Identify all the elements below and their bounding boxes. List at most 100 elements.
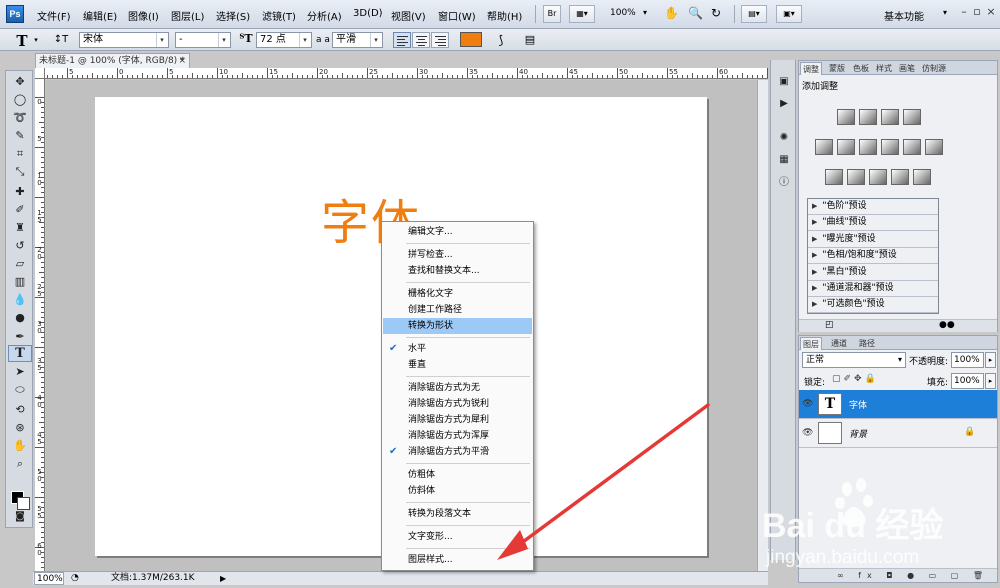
close-icon[interactable]: × xyxy=(178,54,186,68)
expand-arrow-icon[interactable]: ▶ xyxy=(812,202,817,210)
horizontal-ruler[interactable]: 50510152025303540455055606570758085 xyxy=(45,68,768,79)
menu-analysis[interactable]: 分析(A) xyxy=(307,8,342,23)
dodge-tool-icon[interactable]: ● xyxy=(8,309,32,326)
font-family-select[interactable]: 宋体 ▾ xyxy=(79,32,169,48)
align-right-button[interactable] xyxy=(431,32,449,48)
tab-layers[interactable]: 图层 xyxy=(800,337,822,350)
brightness-icon[interactable] xyxy=(837,109,855,125)
preset-row[interactable]: ▶ "黑白"预设 xyxy=(808,265,938,281)
levels-icon[interactable] xyxy=(859,109,877,125)
color-balance-icon[interactable] xyxy=(859,139,877,155)
layer-name[interactable]: 背景 xyxy=(849,427,867,440)
preset-row[interactable]: ▶ "曲线"预设 xyxy=(808,215,938,232)
zoom-dropdown-icon[interactable]: ▾ xyxy=(643,8,647,17)
context-menu-item[interactable]: 编辑文字... xyxy=(383,224,532,240)
tab-clone-source[interactable]: 仿制源 xyxy=(920,62,948,75)
opacity-input[interactable]: 100% xyxy=(951,352,984,368)
black-white-icon[interactable] xyxy=(881,139,899,155)
hand-tool-icon[interactable]: ✋ xyxy=(8,437,32,454)
actions-panel-icon[interactable]: ▶ xyxy=(776,96,792,111)
context-menu-item[interactable]: 转换为段落文本 xyxy=(383,506,532,522)
antialias-select[interactable]: 平滑 ▾ xyxy=(332,32,383,48)
history-brush-tool-icon[interactable]: ↺ xyxy=(8,237,32,254)
menu-edit[interactable]: 编辑(E) xyxy=(83,8,117,23)
status-zoom-field[interactable]: 100% xyxy=(34,572,64,585)
menu-image[interactable]: 图像(I) xyxy=(128,8,159,23)
context-menu-item[interactable]: 仿斜体 xyxy=(383,483,532,499)
context-menu-item[interactable]: ✔ 水平 xyxy=(383,341,532,357)
brush-tool-icon[interactable]: ✐ xyxy=(8,201,32,218)
posterize-icon[interactable] xyxy=(847,169,865,185)
context-menu-item[interactable]: 消除锯齿方式为犀利 xyxy=(383,412,532,428)
layer-row[interactable]: 👁 T 字体 xyxy=(799,390,997,419)
menu-3d[interactable]: 3D(D) xyxy=(353,8,383,19)
expand-arrow-icon[interactable]: ▶ xyxy=(812,300,817,308)
pen-tool-icon[interactable]: ✒ xyxy=(8,328,32,345)
blend-mode-select[interactable]: 正常 ▾ xyxy=(802,352,906,368)
healing-brush-tool-icon[interactable]: ✚ xyxy=(8,183,32,200)
text-orientation-icon[interactable]: ↕T xyxy=(52,32,70,48)
opacity-slider-button[interactable]: ▸ xyxy=(985,352,996,368)
preset-row[interactable]: ▶ "色相/饱和度"预设 xyxy=(808,248,938,265)
ruler-origin[interactable] xyxy=(35,68,45,79)
quick-mask-icon[interactable]: ◙ xyxy=(8,508,32,525)
type-tool-icon[interactable]: T xyxy=(8,345,32,362)
character-panel-icon[interactable]: ▤ xyxy=(522,32,538,48)
workspace-switcher[interactable]: 基本功能 xyxy=(884,8,924,23)
mask-icon[interactable]: ◰ xyxy=(825,320,834,330)
clone-stamp-tool-icon[interactable]: ♜ xyxy=(8,219,32,236)
layer-row[interactable]: 👁 背景 🔒 xyxy=(799,419,997,448)
menu-filter[interactable]: 滤镜(T) xyxy=(262,8,296,23)
context-menu-item[interactable]: 栅格化文字 xyxy=(383,286,532,302)
context-menu-item[interactable]: 消除锯齿方式为无 xyxy=(383,380,532,396)
tab-paths[interactable]: 路径 xyxy=(857,337,877,350)
context-menu-item[interactable]: 消除锯齿方式为锐利 xyxy=(383,396,532,412)
workspace-dropdown-icon[interactable]: ▾ xyxy=(943,8,947,17)
history-panel-icon[interactable]: ▣ xyxy=(776,74,792,89)
threshold-icon[interactable] xyxy=(869,169,887,185)
menu-layer[interactable]: 图层(L) xyxy=(171,8,204,23)
preset-row[interactable]: ▶ "通道混和器"预设 xyxy=(808,281,938,297)
invert-icon[interactable] xyxy=(825,169,843,185)
context-menu-item[interactable]: 文字变形... xyxy=(383,529,532,545)
status-menu-arrow-icon[interactable]: ▶ xyxy=(220,572,226,585)
font-style-select[interactable]: - ▾ xyxy=(175,32,231,48)
context-menu-item[interactable]: 查找和替换文本... xyxy=(383,263,532,279)
layer-name[interactable]: 字体 xyxy=(849,398,867,411)
path-select-tool-icon[interactable]: ➤ xyxy=(8,363,32,380)
hand-tool-icon[interactable]: ✋ xyxy=(664,6,679,20)
tab-brushes[interactable]: 画笔 xyxy=(897,62,917,75)
selective-color-icon[interactable] xyxy=(913,169,931,185)
context-menu-item[interactable]: ✔ 消除锯齿方式为平滑 xyxy=(383,444,532,460)
font-size-select[interactable]: 72 点 ▾ xyxy=(256,32,312,48)
gradient-tool-icon[interactable]: ▥ xyxy=(8,273,32,290)
preset-row[interactable]: ▶ "色阶"预设 xyxy=(808,199,938,215)
text-color-swatch[interactable] xyxy=(460,32,482,47)
screen-mode-button[interactable]: ▣▾ xyxy=(776,5,802,23)
3d-orbit-tool-icon[interactable]: ⊛ xyxy=(8,419,32,436)
align-left-button[interactable] xyxy=(393,32,411,48)
align-center-button[interactable] xyxy=(412,32,430,48)
menu-view[interactable]: 视图(V) xyxy=(391,8,426,23)
context-menu-item[interactable]: 垂直 xyxy=(383,357,532,373)
exposure-icon[interactable] xyxy=(903,109,921,125)
channel-mixer-icon[interactable] xyxy=(925,139,943,155)
menu-file[interactable]: 文件(F) xyxy=(37,8,71,23)
clip-icon[interactable]: ●● xyxy=(939,320,955,330)
curves-icon[interactable] xyxy=(881,109,899,125)
document-tab[interactable]: 未标题-1 @ 100% (字体, RGB/8) * × xyxy=(35,53,190,68)
context-menu-item[interactable]: 仿粗体 xyxy=(383,467,532,483)
context-menu-item[interactable]: 转换为形状 xyxy=(383,318,532,334)
tab-styles[interactable]: 样式 xyxy=(874,62,894,75)
3d-rotate-tool-icon[interactable]: ⟲ xyxy=(8,401,32,418)
view-extras-button[interactable]: ▦▾ xyxy=(569,5,595,23)
eraser-tool-icon[interactable]: ▱ xyxy=(8,255,32,272)
warp-text-icon[interactable]: ⟆ xyxy=(492,32,510,48)
eye-icon[interactable]: 👁 xyxy=(802,399,813,409)
rotate-view-icon[interactable]: ↻ xyxy=(711,6,721,20)
navigator-panel-icon[interactable]: ✺ xyxy=(776,130,792,145)
tab-adjustments[interactable]: 调整 xyxy=(800,62,822,75)
context-menu-item[interactable]: 拼写检查... xyxy=(383,247,532,263)
eye-icon[interactable]: 👁 xyxy=(802,428,813,438)
move-tool-icon[interactable]: ✥ xyxy=(8,73,32,90)
